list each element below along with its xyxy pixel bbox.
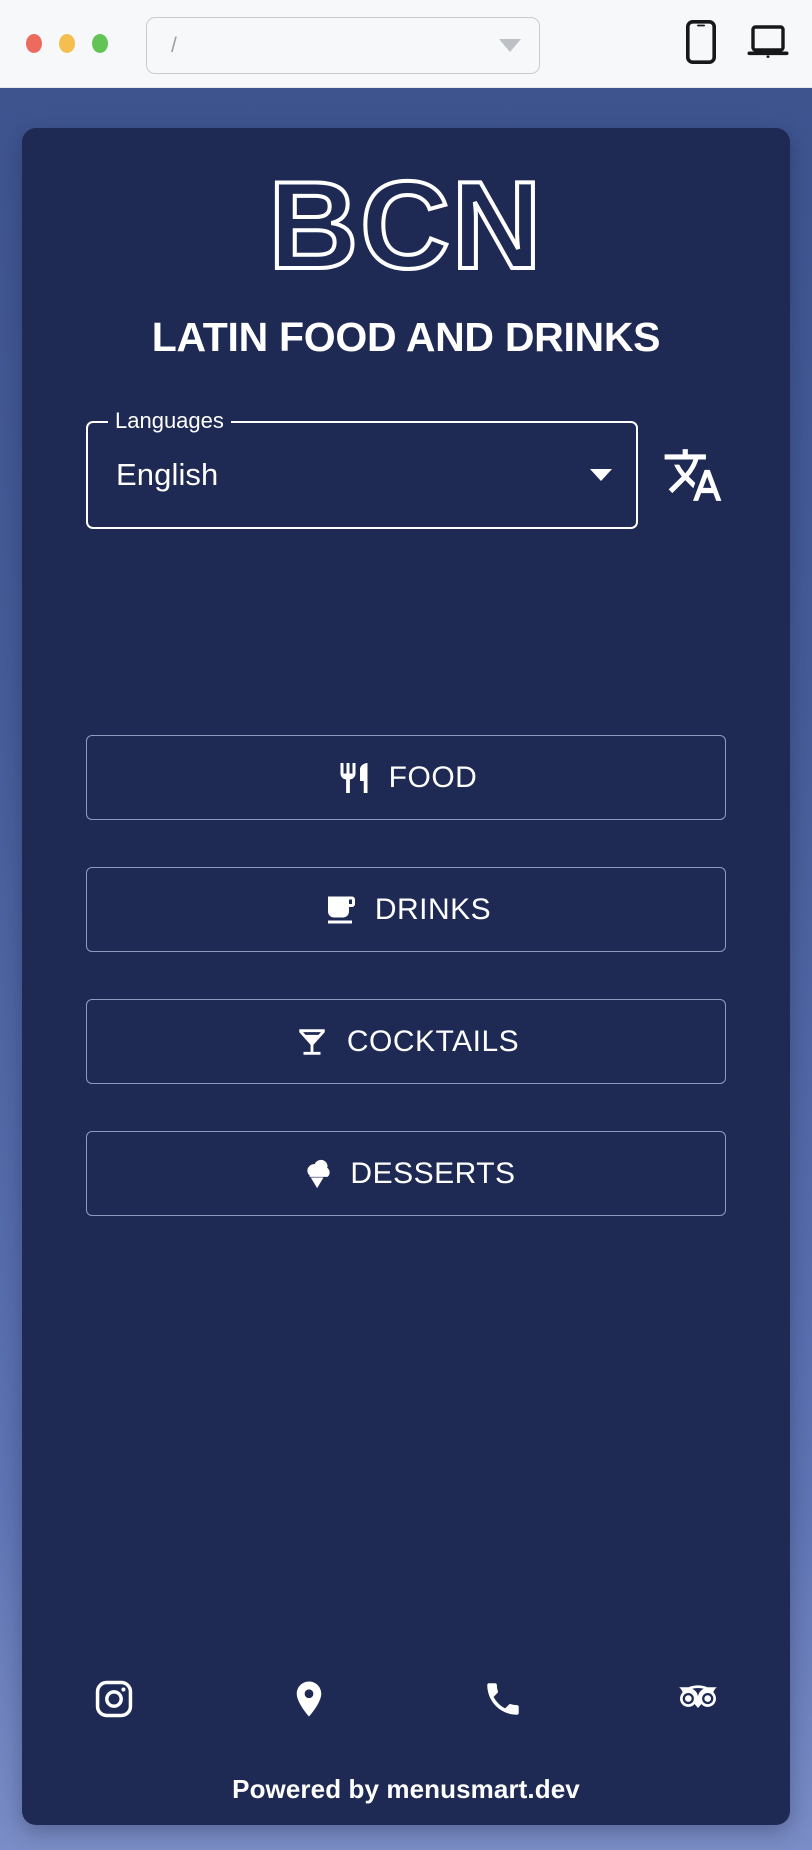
menu-card: BCN LATIN FOOD AND DRINKS Languages Engl… (22, 128, 790, 1825)
tripadvisor-owl-icon[interactable] (670, 1671, 726, 1727)
category-label: DRINKS (374, 892, 492, 926)
ice-cream-icon (296, 1155, 334, 1193)
language-selector-row: Languages English (86, 410, 726, 530)
brand-tagline: LATIN FOOD AND DRINKS (151, 314, 661, 361)
chevron-down-icon[interactable] (590, 469, 612, 482)
powered-by-label: Powered by menusmart.dev (232, 1774, 580, 1804)
coffee-cup-icon (321, 891, 359, 929)
restaurant-icon (335, 759, 373, 797)
instagram-icon[interactable] (86, 1671, 142, 1727)
phone-call-icon[interactable] (475, 1671, 531, 1727)
language-select-value: English (116, 457, 219, 493)
window-minimize-button[interactable] (59, 34, 75, 53)
window-traffic-lights (26, 34, 108, 53)
url-input[interactable]: / (171, 34, 499, 58)
laptop-icon[interactable] (746, 25, 790, 59)
map-pin-icon[interactable] (281, 1671, 337, 1727)
category-label: COCKTAILS (346, 1024, 520, 1058)
translate-icon[interactable] (660, 442, 726, 508)
category-button-list: FOOD DRINKS COCKTAILS DESSERTS (86, 735, 726, 1217)
chevron-down-icon[interactable] (499, 39, 521, 52)
category-label: DESSERTS (350, 1156, 516, 1190)
social-links-row (86, 1671, 726, 1727)
window-maximize-button[interactable] (92, 34, 108, 53)
language-select-control[interactable]: English (86, 421, 638, 530)
martini-glass-icon (293, 1023, 331, 1061)
window-close-button[interactable] (26, 34, 42, 53)
phone-icon[interactable] (686, 20, 716, 64)
category-button-food[interactable]: FOOD (86, 735, 726, 821)
device-toolbar (686, 20, 790, 64)
language-select-label: Languages (108, 410, 231, 433)
category-label: FOOD (388, 760, 478, 794)
category-button-drinks[interactable]: DRINKS (86, 867, 726, 953)
category-button-cocktails[interactable]: COCKTAILS (86, 999, 726, 1085)
brand-logo: BCN (267, 156, 544, 297)
language-select[interactable]: Languages English (86, 410, 638, 530)
url-bar[interactable]: / (146, 17, 540, 74)
category-button-desserts[interactable]: DESSERTS (86, 1131, 726, 1217)
browser-chrome-bar: / (0, 0, 812, 88)
